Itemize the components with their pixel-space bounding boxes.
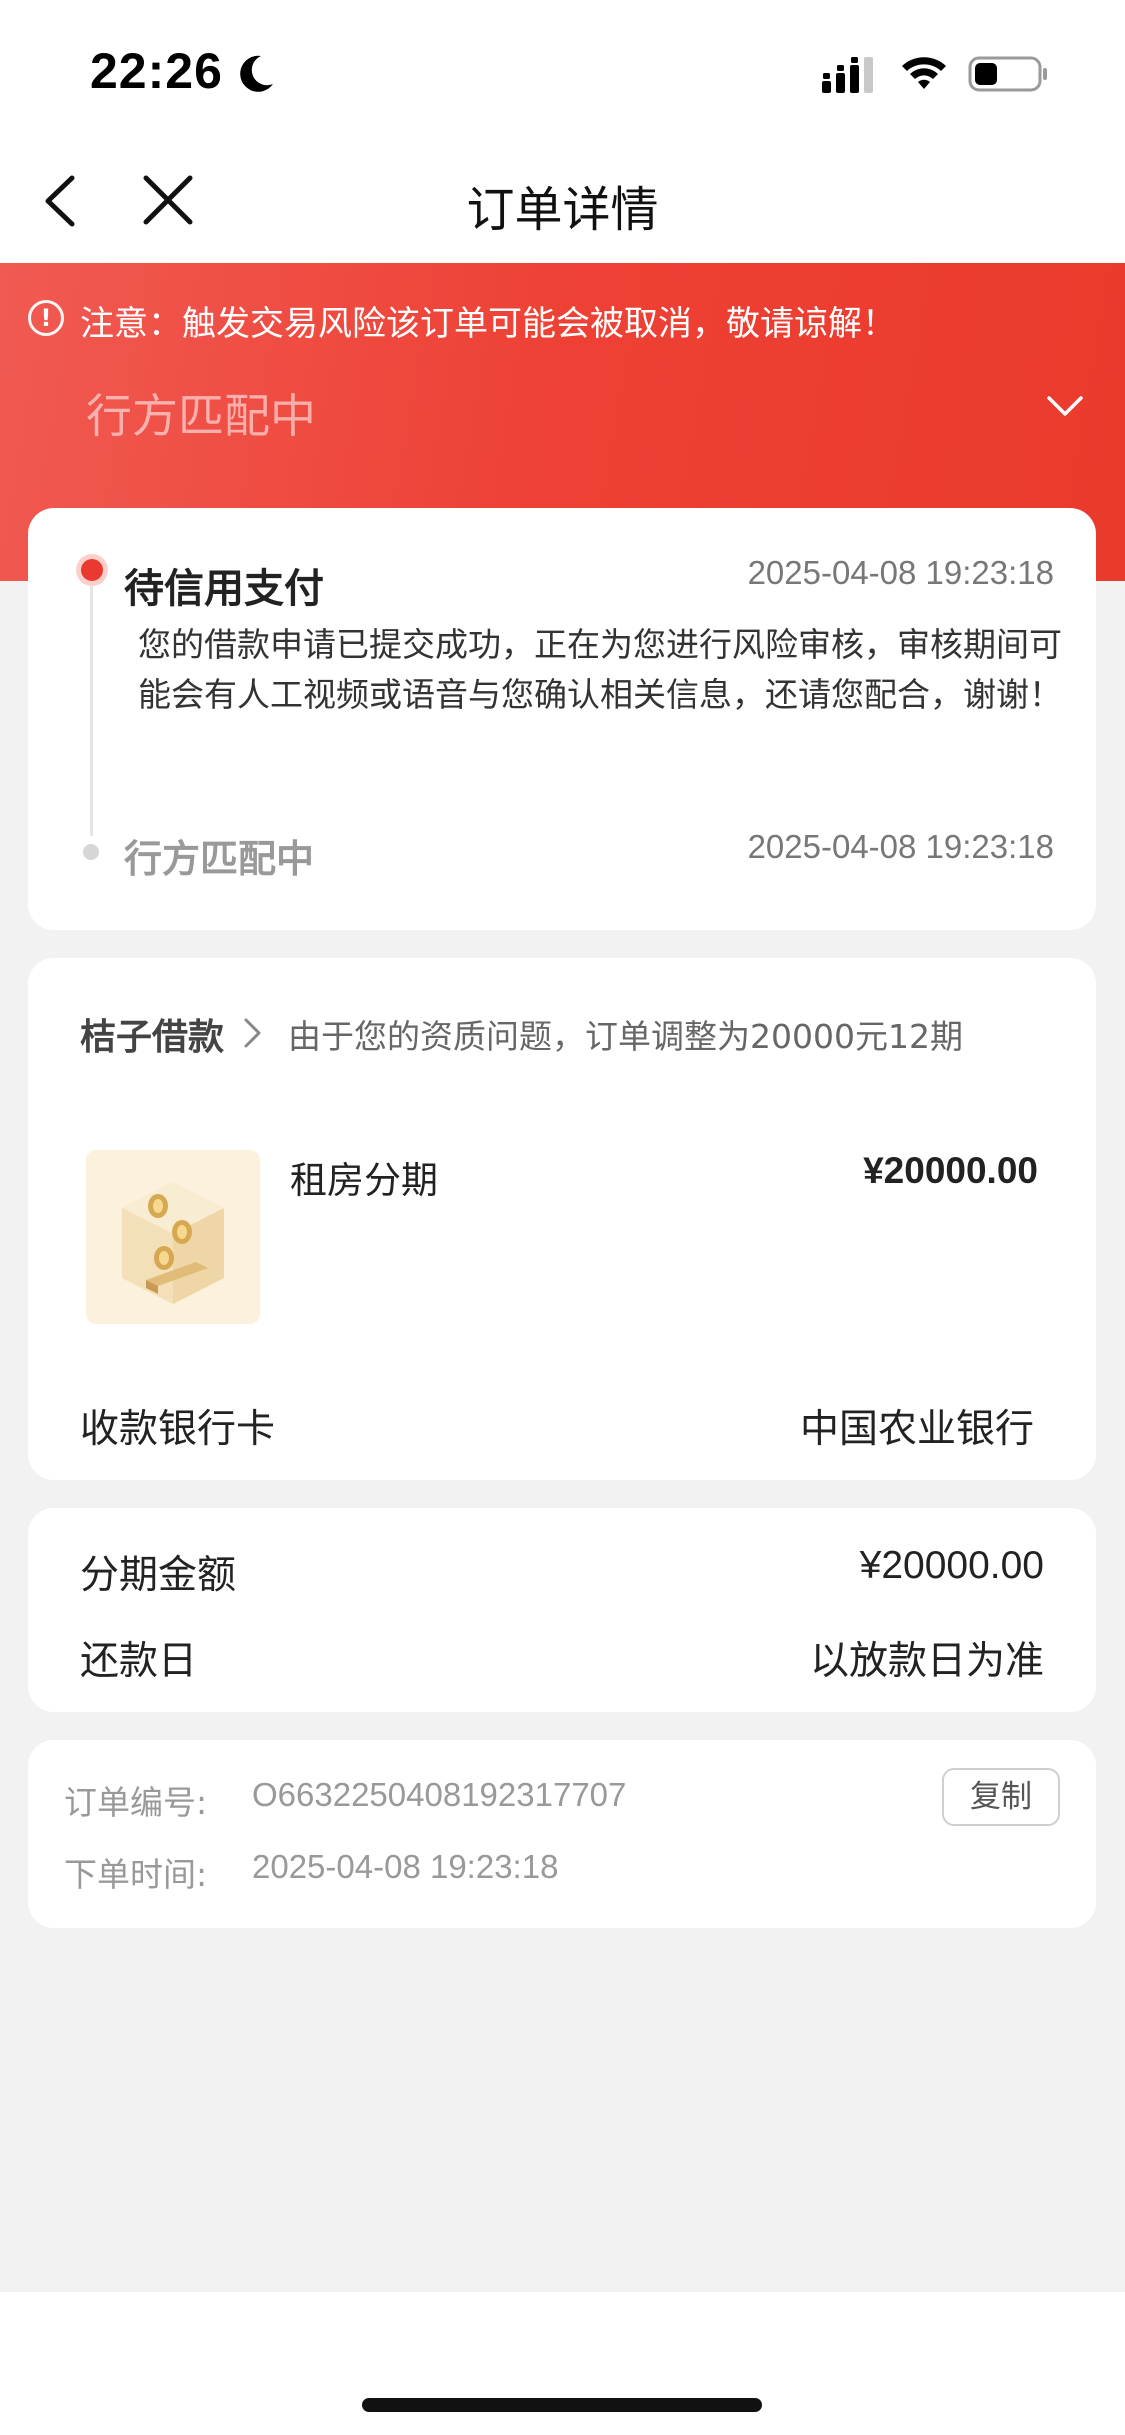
loan-info-card: 桔子借款 由于您的资质问题，订单调整为20000元12期 租房分期 ¥20000…: [28, 958, 1096, 1480]
order-number-label: 订单编号:: [64, 1783, 208, 1822]
order-status-title: 行方匹配中: [86, 389, 316, 443]
home-indicator[interactable]: [362, 2398, 762, 2412]
status-timeline-card: 待信用支付 2025-04-08 19:23:18 您的借款申请已提交成功，正在…: [28, 508, 1096, 930]
product-image: [86, 1150, 260, 1324]
bank-card-label: 收款银行卡: [80, 1407, 276, 1452]
timeline-step-title: 行方匹配中: [124, 837, 315, 881]
repayment-day-label: 还款日: [80, 1639, 198, 1684]
product-price: ¥20000.00: [863, 1150, 1038, 1191]
lender-name[interactable]: 桔子借款: [80, 1008, 224, 1060]
bank-card-value: 中国农业银行: [799, 1407, 1034, 1452]
order-info-card: 订单编号: O6632250408192317707 复制 下单时间: 2025…: [28, 1740, 1096, 1928]
wifi-icon: [902, 57, 946, 89]
risk-notice: 注意：触发交易风险该订单可能会被取消，敬请谅解！: [80, 304, 896, 344]
timeline-step-time: 2025-04-08 19:23:18: [747, 554, 1054, 591]
timeline-step-title: 待信用支付: [124, 566, 324, 612]
alert-icon: !: [28, 300, 64, 336]
nav-bar: 订单详情: [0, 140, 1125, 263]
chevron-right-icon[interactable]: [242, 1016, 264, 1050]
chevron-down-icon[interactable]: [1045, 392, 1085, 422]
installment-amount-label: 分期金额: [80, 1553, 237, 1598]
coin-box-icon: [122, 1182, 224, 1304]
page-title: 订单详情: [466, 182, 659, 238]
timeline-dot-active: [76, 554, 108, 586]
order-adjust-note: 由于您的资质问题，订单调整为20000元12期: [288, 1017, 963, 1056]
bottom-area: [0, 2292, 1125, 2435]
timeline-dot: [83, 844, 99, 860]
order-time-value: 2025-04-08 19:23:18: [252, 1848, 559, 1885]
copy-button[interactable]: 复制: [942, 1768, 1060, 1826]
order-number-value: O6632250408192317707: [252, 1776, 627, 1813]
installment-card: 分期金额 ¥20000.00 还款日 以放款日为准: [28, 1508, 1096, 1712]
status-bar: 22:26: [0, 0, 1125, 140]
moon-icon: [240, 55, 273, 92]
timeline-step-time: 2025-04-08 19:23:18: [747, 828, 1054, 865]
order-time-label: 下单时间:: [64, 1855, 208, 1894]
timeline-line: [90, 572, 93, 836]
installment-amount-value: ¥20000.00: [859, 1544, 1044, 1587]
battery-icon: [968, 56, 1047, 92]
product-name: 租房分期: [290, 1159, 438, 1202]
timeline-step-description: 您的借款申请已提交成功，正在为您进行风险审核，审核期间可能会有人工视频或语音与您…: [138, 625, 1062, 714]
status-time: 22:26: [90, 43, 223, 99]
repayment-day-value: 以放款日为准: [809, 1639, 1044, 1684]
signal-icon: [822, 57, 873, 93]
